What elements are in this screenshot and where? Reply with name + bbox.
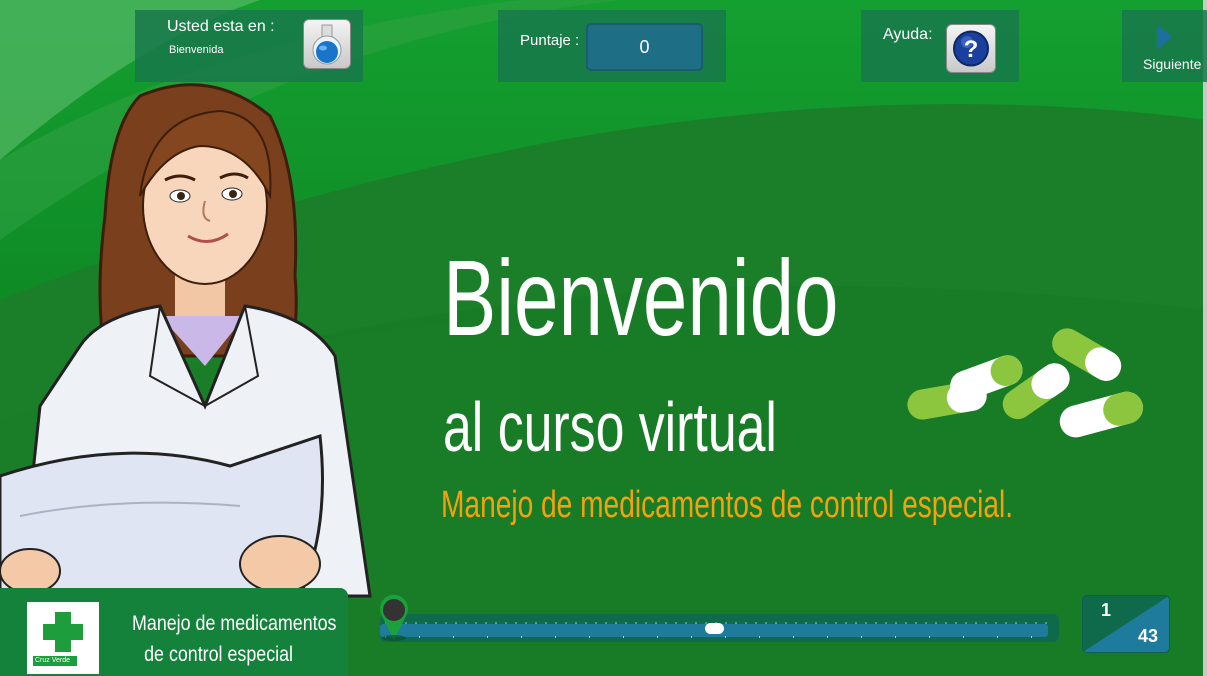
flask-icon bbox=[312, 24, 342, 65]
next-label: Siguiente bbox=[1143, 56, 1202, 72]
help-label: Ayuda: bbox=[883, 26, 933, 43]
course-title: Manejo de medicamentos de control especi… bbox=[441, 484, 1014, 526]
svg-text:?: ? bbox=[964, 36, 979, 63]
map-pin-icon[interactable] bbox=[377, 594, 411, 642]
logo-wordmark: Cruz Verde bbox=[33, 656, 77, 666]
progress-timeline[interactable] bbox=[375, 594, 1061, 642]
question-icon: ? bbox=[953, 30, 989, 67]
page-total: 43 bbox=[1138, 626, 1159, 646]
course-badge-title: Manejo de medicamentos de control especi… bbox=[132, 612, 337, 666]
location-label: Usted esta en : bbox=[167, 18, 275, 35]
welcome-headline: Bienvenido bbox=[443, 237, 839, 358]
cruz-verde-logo: Cruz Verde bbox=[27, 602, 99, 674]
cross-icon bbox=[43, 612, 83, 652]
score-panel: Puntaje : 0 bbox=[498, 10, 726, 82]
score-label: Puntaje : bbox=[520, 32, 580, 49]
flask-button[interactable] bbox=[303, 19, 351, 69]
pharmacist-illustration bbox=[0, 83, 372, 602]
pills-illustration bbox=[907, 328, 1143, 438]
location-panel: Usted esta en : Bienvenida bbox=[135, 10, 363, 82]
course-slide: Usted esta en : Bienvenida Puntaje : 0 A… bbox=[0, 0, 1207, 676]
page-current: 1 bbox=[1101, 600, 1112, 620]
location-value: Bienvenida bbox=[169, 44, 224, 56]
help-button[interactable]: ? bbox=[946, 24, 996, 73]
score-value: 0 bbox=[586, 23, 703, 71]
next-button[interactable]: Siguiente bbox=[1122, 10, 1207, 82]
play-arrow-icon bbox=[1157, 24, 1172, 50]
page-counter: 1 43 bbox=[1082, 595, 1170, 653]
help-panel: Ayuda: ? bbox=[861, 10, 1019, 82]
progress-knob[interactable] bbox=[704, 623, 724, 634]
course-badge: Cruz Verde Manejo de medicamentos de con… bbox=[0, 588, 348, 676]
welcome-subheadline: al curso virtual bbox=[443, 388, 777, 466]
